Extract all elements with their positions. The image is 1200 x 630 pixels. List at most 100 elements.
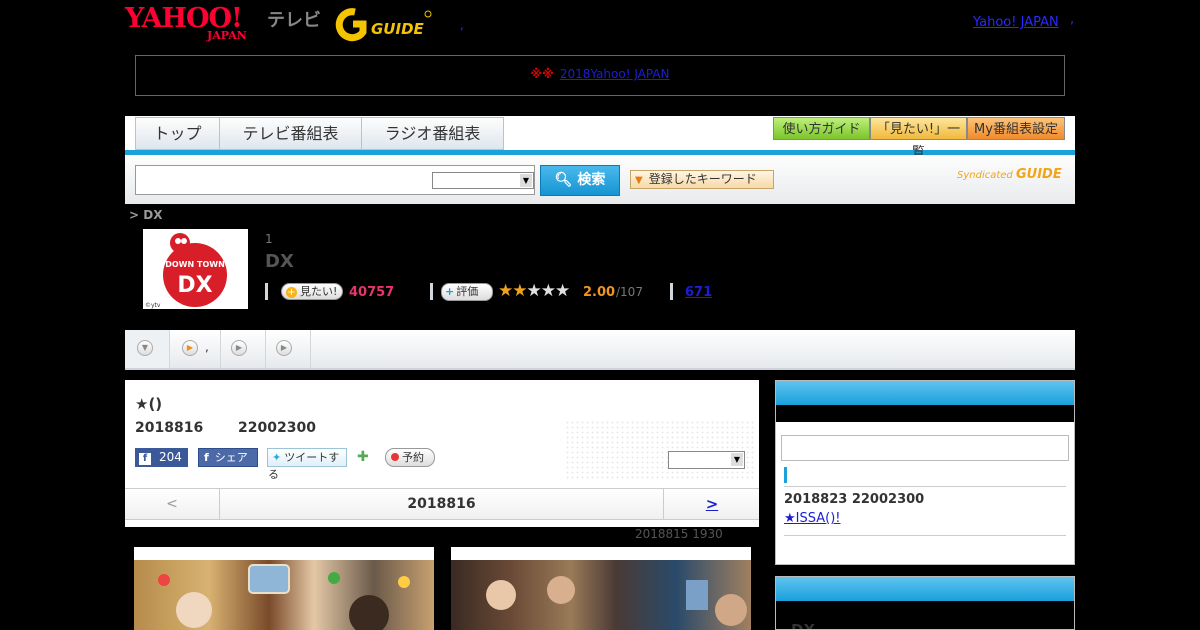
notice-marks: ※※ — [530, 67, 554, 81]
next-broadcast-link[interactable]: ★ISSA()! — [784, 511, 840, 526]
gguide-logo[interactable]: GUIDE — [333, 6, 433, 42]
section-marker — [784, 467, 787, 483]
facebook-like-button[interactable]: f 204 — [135, 448, 188, 467]
syndicated-gguide-logo: Syndicated GUIDE — [957, 167, 1062, 182]
yahoo-japan-logo[interactable]: YAHOO! JAPAN — [125, 4, 261, 44]
decorative-dots — [565, 420, 755, 480]
tab-top[interactable]: トップ — [135, 117, 220, 150]
facebook-share-label: シェア — [214, 451, 248, 464]
record-icon — [391, 453, 399, 461]
rating-votes: /107 — [616, 285, 643, 299]
episode-date: 2018816 — [135, 420, 204, 436]
thumbnail-credit: ©ytv — [145, 302, 161, 309]
plus-icon: + — [286, 287, 297, 298]
play-icon: ▶ — [231, 340, 247, 356]
breadcrumb[interactable]: > DX — [129, 208, 162, 222]
want-count: 40757 — [349, 285, 395, 300]
reserve-label: 予約 — [402, 451, 424, 464]
next-broadcast-box: 2018823 22002300 ★ISSA()! — [775, 380, 1075, 565]
thumbnail-main-text: DX — [177, 273, 212, 298]
episode-image-1[interactable] — [134, 547, 434, 630]
play-icon: ▶ — [276, 340, 292, 356]
main-nav: トップ テレビ番組表 ラジオ番組表 使い方ガイド 「見たい!」一覧 My番組表設… — [125, 116, 1075, 160]
want-list-button[interactable]: 「見たい!」一覧 — [870, 117, 967, 160]
pager-prev[interactable]: < — [125, 489, 220, 519]
twitter-bird-icon: ✦ — [272, 451, 282, 464]
search-category-select[interactable]: ▼ — [432, 172, 534, 189]
want-label: 見たい! — [300, 285, 338, 298]
episode-panel: ★() 2018816 22002300 f 204 f シェア ✦ ツイートする ✚… — [125, 380, 759, 527]
header-separator: , — [460, 18, 464, 32]
tab-tv-listings[interactable]: テレビ番組表 — [219, 117, 362, 150]
facebook-icon: f — [139, 453, 151, 465]
divider — [430, 283, 433, 300]
plus-icon: + — [445, 285, 455, 298]
facebook-like-count: 204 — [159, 450, 182, 464]
program-thumbnail: DOWN TOWN DX ©ytv — [143, 229, 248, 309]
episode-time: 22002300 — [238, 420, 316, 436]
reserve-recording-button[interactable]: 予約 — [385, 448, 435, 467]
saved-keywords-button[interactable]: ▼ 登録したキーワード — [630, 170, 774, 189]
sidebar-header-band — [776, 405, 1074, 422]
sidebar-header-band — [776, 601, 1074, 629]
gguide-logo-text: GUIDE — [371, 20, 425, 38]
star-icon: ★ — [498, 281, 513, 301]
program-rank: 1 — [265, 232, 273, 246]
notice-link[interactable]: 2018Yahoo! JAPAN — [560, 67, 670, 81]
tv-service-label[interactable]: テレビ — [267, 6, 321, 32]
related-box: DX — [775, 576, 1075, 630]
bookmark-icon[interactable]: ✚ — [357, 449, 373, 465]
review-count-link[interactable]: 671 — [685, 285, 712, 300]
episode-select[interactable]: ▼ — [668, 451, 745, 469]
usage-guide-button[interactable]: 使い方ガイド — [773, 117, 870, 140]
saved-keywords-label: 登録したキーワード — [648, 172, 757, 186]
rating-score: 2.00 — [583, 285, 616, 300]
chevron-down-icon: ▼ — [137, 340, 153, 356]
rate-button[interactable]: + 評価 — [441, 283, 493, 301]
sub-tab-2[interactable]: ▶ , — [170, 330, 221, 368]
episode-title: ★() — [135, 395, 163, 413]
my-listings-settings-button[interactable]: My番組表設定 — [967, 117, 1065, 140]
pager-next[interactable]: > — [663, 489, 760, 519]
episode-photo — [134, 560, 434, 630]
header-separator-right: , — [1070, 12, 1075, 27]
search-button-label: 検索 — [577, 172, 606, 188]
chevron-down-icon: ▼ — [520, 174, 532, 187]
yahoo-japan-top-link[interactable]: Yahoo! JAPAN — [973, 15, 1059, 30]
related-box-title: DX — [791, 621, 816, 630]
divider — [784, 535, 1066, 536]
sub-tab-label: , — [205, 340, 209, 354]
program-sub-tabs: ▼ ▶ , ▶ ▶ — [125, 330, 1075, 370]
star-icon: ★ — [512, 281, 527, 301]
star-rating: ★★★★★ — [498, 281, 570, 301]
sidebar-header — [776, 381, 1074, 405]
sidebar-header — [776, 577, 1074, 601]
sub-tab-1[interactable]: ▼ — [125, 330, 170, 368]
yahoo-logo-sub: JAPAN — [207, 29, 247, 42]
rate-label: 評価 — [456, 285, 479, 298]
play-icon: ▶ — [182, 340, 198, 356]
facebook-icon: f — [204, 451, 209, 464]
sidebar-field[interactable] — [781, 435, 1069, 461]
triangle-down-icon: ▼ — [635, 175, 643, 186]
tweet-button[interactable]: ✦ ツイートする — [267, 448, 347, 481]
episode-image-2[interactable] — [451, 547, 751, 630]
syndicated-logo-text: GUIDE — [1015, 167, 1062, 182]
star-icon: ★ — [540, 281, 556, 301]
thumbnail-top-text: DOWN TOWN — [165, 260, 225, 269]
aired-info: 2018815 1930 — [635, 527, 723, 541]
syndicated-label: Syndicated — [957, 170, 1013, 181]
pager-current-date: 2018816 — [407, 496, 476, 512]
divider — [670, 283, 673, 300]
chevron-down-icon: ▼ — [731, 453, 743, 466]
divider — [784, 486, 1066, 487]
facebook-share-button[interactable]: f シェア — [198, 448, 258, 467]
search-button[interactable]: 🔍︎ 検索 — [540, 165, 620, 196]
star-icon: ★ — [526, 281, 542, 301]
sub-tab-3[interactable]: ▶ — [221, 330, 266, 368]
sub-tab-4[interactable]: ▶ — [266, 330, 311, 368]
star-icon: ★ — [555, 281, 570, 301]
search-bar: ▼ 🔍︎ 検索 ▼ 登録したキーワード Syndicated GUIDE — [125, 155, 1075, 204]
tab-radio-listings[interactable]: ラジオ番組表 — [361, 117, 504, 150]
want-to-watch-button[interactable]: + 見たい! — [281, 283, 343, 300]
